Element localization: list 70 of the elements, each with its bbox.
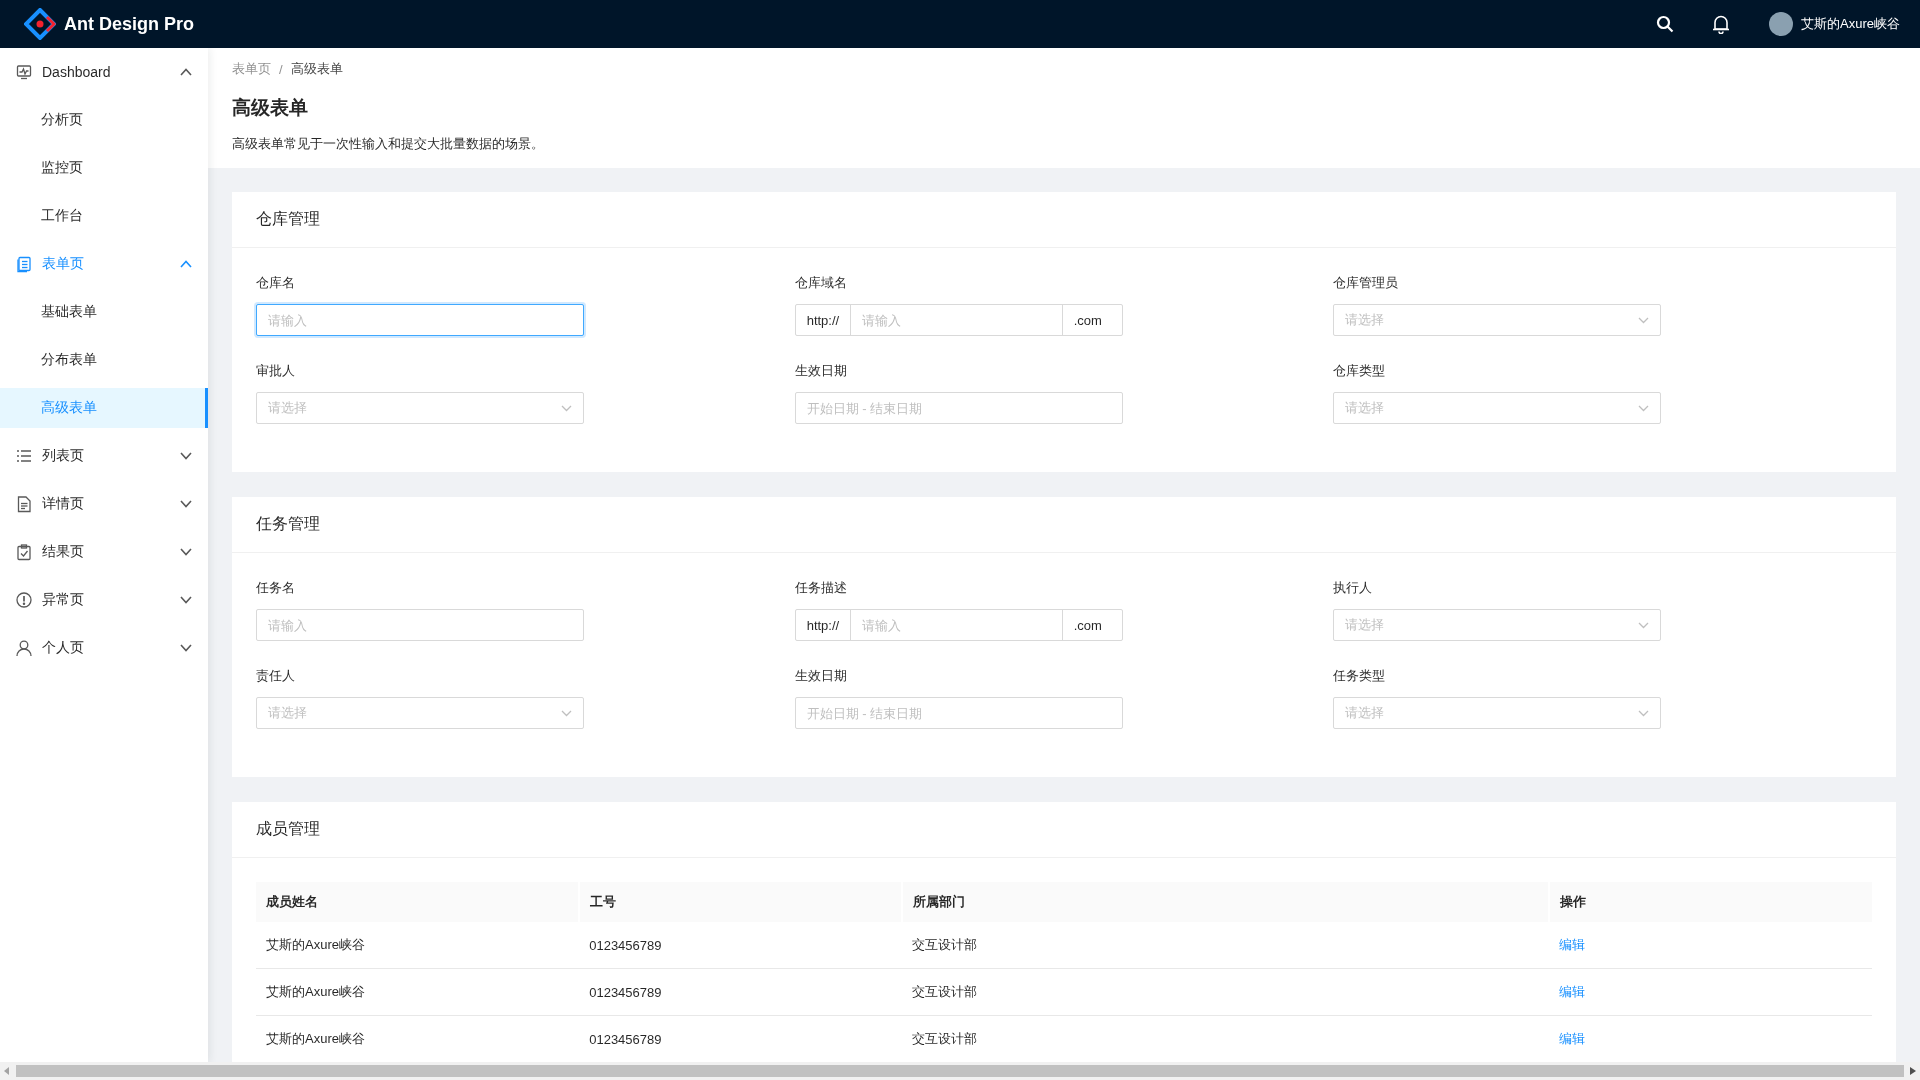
- column-header: 成员姓名: [256, 882, 580, 922]
- user-name[interactable]: 艾斯的Axure峡谷: [1801, 15, 1900, 33]
- submenu-item[interactable]: 基础表单: [0, 292, 208, 332]
- page-title: 高级表单: [232, 96, 309, 120]
- card-title: 成员管理: [256, 819, 320, 839]
- url-input-group[interactable]: http:// 请输入 .com: [794, 304, 1123, 336]
- app-title: Ant Design Pro: [64, 13, 194, 35]
- field-label: 任务描述: [794, 579, 848, 597]
- list-icon: [16, 447, 32, 465]
- file-icon: [16, 495, 32, 513]
- bell-icon: [1712, 14, 1731, 34]
- field-label: 执行人: [1333, 579, 1374, 597]
- field-label: 仓库名: [256, 274, 296, 292]
- column-header: 工号: [579, 882, 903, 922]
- menu-item[interactable]: 异常页: [0, 580, 208, 620]
- clipboard-check-icon: [16, 543, 32, 561]
- user-icon: [16, 639, 32, 657]
- search-icon: [1656, 15, 1675, 33]
- card-title: 任务管理: [256, 514, 320, 534]
- scroll-right-icon: [1910, 1067, 1916, 1075]
- url-suffix: .com: [1061, 305, 1122, 335]
- text-input[interactable]: 请输入: [256, 304, 584, 336]
- chevron-down-icon: [561, 404, 572, 412]
- monitor-icon: [16, 63, 32, 81]
- column-header: 所属部门: [902, 882, 1549, 922]
- table-cell: 0123456789: [579, 922, 903, 969]
- table-cell: 交互设计部: [902, 968, 1549, 1016]
- field-label: 责任人: [256, 667, 296, 685]
- field-label: 生效日期: [794, 362, 848, 380]
- menu-item[interactable]: 个人页: [0, 628, 208, 668]
- submenu-item[interactable]: 工作台: [0, 196, 208, 236]
- exclamation-circle-icon: [16, 591, 32, 609]
- column-header: 操作: [1548, 882, 1872, 922]
- url-input-group[interactable]: http:// 请输入 .com: [794, 609, 1123, 641]
- avatar-placeholder[interactable]: [1769, 12, 1794, 36]
- logo-icon: [24, 8, 56, 40]
- breadcrumb-separator: /: [279, 61, 283, 77]
- menu-item[interactable]: 结果页: [0, 532, 208, 572]
- field-label: 仓库域名: [794, 274, 848, 292]
- chevron-down-icon: [1638, 621, 1650, 629]
- chevron-down-icon: [1638, 709, 1650, 717]
- submenu-item[interactable]: 监控页: [0, 148, 208, 188]
- card-title: 仓库管理: [256, 209, 320, 229]
- menu-item[interactable]: 列表页: [0, 436, 208, 476]
- chevron-down-icon: [1638, 316, 1650, 324]
- table-cell: 艾斯的Axure峡谷: [256, 922, 580, 969]
- page-description: 高级表单常见于一次性输入和提交大批量数据的场景。: [232, 135, 545, 153]
- menu-item[interactable]: 详情页: [0, 484, 208, 524]
- date-range-input[interactable]: 开始日期 - 结束日期: [794, 697, 1123, 729]
- submenu-item[interactable]: 分布表单: [0, 340, 208, 380]
- field-label: 任务类型: [1333, 667, 1387, 685]
- field-label: 审批人: [256, 362, 296, 380]
- field-label: 生效日期: [794, 667, 848, 685]
- table-cell: 0123456789: [579, 968, 903, 1016]
- field-label: 仓库管理员: [1333, 274, 1400, 292]
- document-icon: [16, 255, 32, 273]
- submenu-item[interactable]: 分析页: [0, 100, 208, 140]
- text-input[interactable]: 请输入: [256, 609, 584, 641]
- date-range-input[interactable]: 开始日期 - 结束日期: [794, 392, 1123, 424]
- field-label: 仓库类型: [1333, 362, 1387, 380]
- field-label: 任务名: [256, 579, 296, 597]
- breadcrumb-current: 高级表单: [290, 60, 343, 78]
- table-cell: 艾斯的Axure峡谷: [256, 968, 580, 1016]
- menu-item[interactable]: Dashboard: [0, 52, 208, 92]
- chevron-down-icon: [561, 709, 572, 717]
- url-suffix: .com: [1061, 610, 1122, 640]
- horizontal-scrollbar[interactable]: [0, 1062, 1920, 1080]
- chevron-down-icon: [1638, 404, 1650, 412]
- table-cell: 交互设计部: [902, 922, 1549, 969]
- scroll-left-icon: [4, 1067, 10, 1075]
